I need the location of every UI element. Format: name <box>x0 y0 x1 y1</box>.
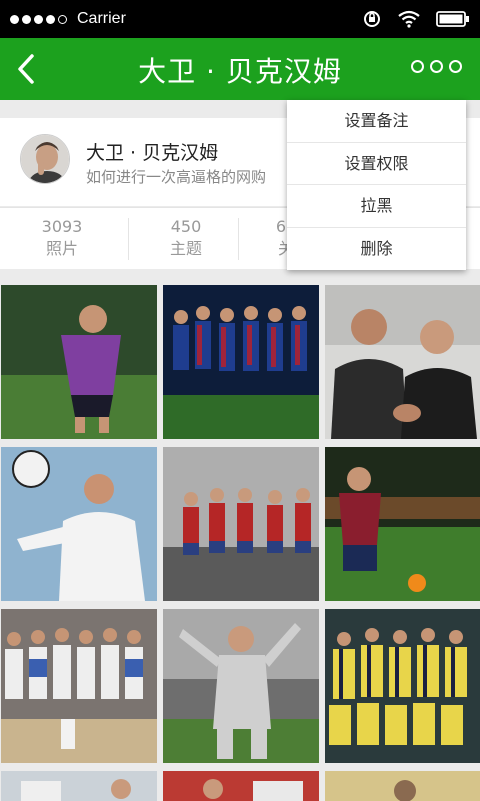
photo-tile[interactable] <box>1 285 157 439</box>
menu-item-set-permissions[interactable]: 设置权限 <box>287 143 466 185</box>
photo-tile[interactable] <box>163 447 319 601</box>
stat-photos[interactable]: 3093 照片 <box>2 216 122 260</box>
photo-tile[interactable] <box>1 609 157 763</box>
profile-name: 大卫 · 贝克汉姆 <box>86 142 219 164</box>
battery-icon <box>436 11 469 27</box>
photo-tile[interactable] <box>163 285 319 439</box>
menu-item-delete[interactable]: 删除 <box>287 228 466 271</box>
carrier-label: Carrier <box>77 10 126 27</box>
stat-value: 3093 <box>41 217 83 236</box>
photo-tile[interactable] <box>325 609 480 763</box>
wifi-icon <box>398 10 420 28</box>
photo-tile[interactable] <box>325 447 480 601</box>
stat-label: 照片 <box>45 239 78 258</box>
avatar[interactable] <box>20 134 70 184</box>
menu-item-set-remark[interactable]: 设置备注 <box>287 100 466 143</box>
menu-item-block[interactable]: 拉黑 <box>287 185 466 228</box>
photo-tile[interactable] <box>163 771 319 801</box>
profile-description: 如何进行一次高逼格的网购 <box>86 168 267 186</box>
status-bar: Carrier <box>0 0 480 38</box>
photo-tile[interactable] <box>1 771 157 801</box>
app-header: 大卫 · 贝克汉姆 <box>0 38 480 100</box>
photo-tile[interactable] <box>325 285 480 439</box>
more-options-menu: 设置备注 设置权限 拉黑 删除 <box>287 100 466 270</box>
photo-tile[interactable] <box>325 771 480 801</box>
page-title: 大卫 · 贝克汉姆 <box>138 55 342 88</box>
photo-tile[interactable] <box>1 447 157 601</box>
signal-strength-icon <box>10 14 67 24</box>
photo-tile[interactable] <box>163 609 319 763</box>
orientation-lock-icon <box>364 11 380 27</box>
more-options-icon[interactable] <box>411 60 462 73</box>
